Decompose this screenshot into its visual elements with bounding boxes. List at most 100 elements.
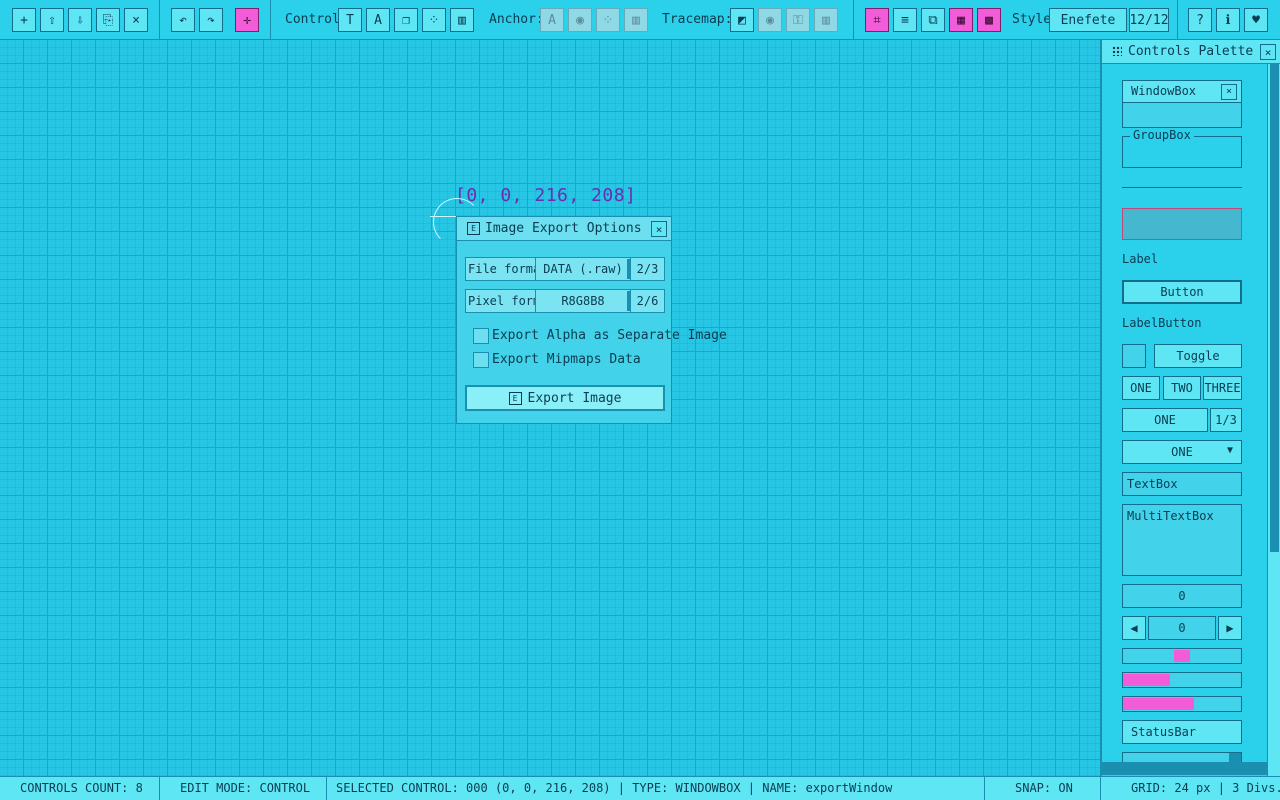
new-file-icon[interactable]: + (12, 8, 36, 32)
palette-progressbar[interactable] (1122, 696, 1242, 712)
palette-line[interactable] (1122, 187, 1242, 188)
fine-grid-icon[interactable]: ▩ (977, 8, 1001, 32)
tracemap-image-icon[interactable]: ◩ (730, 8, 754, 32)
toolbar: + ⇧ ⇩ ⎘ × ↶ ↷ ✛ Control: T A ❐ ⁘ ▥ Ancho… (0, 0, 1280, 40)
selection-icon[interactable]: ⌗ (865, 8, 889, 32)
grid-icon[interactable]: ▦ (949, 8, 973, 32)
redo-icon[interactable]: ↷ (199, 8, 223, 32)
anchor-eye-icon[interactable]: ◉ (568, 8, 592, 32)
file-format-row: File format: DATA (.raw) 2/3 (465, 257, 665, 281)
palette-togglegroup-two[interactable]: TWO (1163, 376, 1201, 400)
info-icon[interactable]: ℹ (1216, 8, 1240, 32)
export-alpha-label: Export Alpha as Separate Image (492, 328, 727, 343)
palette-windowbox[interactable]: WindowBox × (1122, 80, 1242, 128)
slider-thumb[interactable] (1174, 650, 1190, 662)
palette-dropdown[interactable]: ONE ▼ (1122, 440, 1242, 464)
anchor-delete-icon[interactable]: ▥ (624, 8, 648, 32)
snap-status: SNAP: ON (985, 777, 1101, 800)
windowbox-label: WindowBox (1131, 84, 1197, 98)
palette-close-button[interactable]: × (1260, 44, 1276, 60)
file-format-label: File format: (465, 257, 535, 281)
spinner-left-button[interactable]: ◀ (1122, 616, 1146, 640)
duplicate-icon[interactable]: ⁘ (422, 8, 446, 32)
file-format-value: DATA (.raw) (543, 262, 623, 276)
palette-scrollbar-thumb[interactable] (1270, 64, 1279, 552)
file-export-icon: E (508, 391, 522, 405)
layers-icon[interactable]: ⧉ (921, 8, 945, 32)
palette-labelbutton[interactable]: LabelButton (1122, 316, 1201, 330)
window-titlebar[interactable]: E Image Export Options × (457, 217, 671, 241)
tracemap-lock-icon[interactable]: ⚿ (786, 8, 810, 32)
palette-slider[interactable] (1122, 648, 1242, 664)
sliderbar-fill (1123, 674, 1170, 686)
pixel-format-value: R8G8B8 (561, 294, 605, 308)
window-close-button[interactable]: × (651, 221, 667, 237)
undo-icon[interactable]: ↶ (171, 8, 195, 32)
palette-spinner[interactable]: 0 (1148, 616, 1216, 640)
statusbar-label: StatusBar (1131, 725, 1197, 739)
close-file-icon[interactable]: × (124, 8, 148, 32)
export-alpha-checkbox[interactable] (473, 328, 489, 344)
palette-togglegroup-three[interactable]: THREE (1203, 376, 1242, 400)
grid-info: GRID: 24 px | 3 Divs. (1131, 781, 1280, 795)
spinner-right-button[interactable]: ▶ (1218, 616, 1242, 640)
grid-canvas[interactable]: [0, 0, 216, 208] E Image Export Options … (0, 40, 1100, 776)
pixel-format-label: Pixel format (465, 289, 535, 313)
crosshair-icon[interactable]: ✛ (235, 8, 259, 32)
palette-horizontal-scrollbar[interactable] (1102, 762, 1267, 775)
groupbox-label: GroupBox (1130, 128, 1194, 142)
tracemap-delete-icon[interactable]: ▥ (814, 8, 838, 32)
text-icon[interactable]: T (338, 8, 362, 32)
list-icon[interactable]: ≡ (893, 8, 917, 32)
delete-icon[interactable]: ▥ (450, 8, 474, 32)
anchor-link-icon[interactable]: ⁘ (596, 8, 620, 32)
arrow-left-icon: ◀ (1130, 621, 1138, 635)
export-window[interactable]: E Image Export Options × File format: DA… (456, 216, 727, 424)
chevron-down-icon: ▼ (1227, 445, 1234, 456)
palette-label[interactable]: Label (1122, 252, 1158, 266)
export-mipmaps-label: Export Mipmaps Data (492, 352, 641, 367)
copy-icon[interactable]: ❐ (394, 8, 418, 32)
palette-scrollbar[interactable] (1267, 64, 1280, 776)
textbox-label: TextBox (1127, 477, 1178, 491)
file-format-count[interactable]: 2/3 (631, 257, 665, 281)
palette-togglegroup-one[interactable]: ONE (1122, 376, 1160, 400)
palette-sliderbar[interactable] (1122, 672, 1242, 688)
tracemap-eye-icon[interactable]: ◉ (758, 8, 782, 32)
palette-statusbar[interactable]: StatusBar (1122, 720, 1242, 744)
pixel-format-row: Pixel format R8G8B8 2/6 (465, 289, 665, 313)
palette-toggle[interactable]: Toggle (1154, 344, 1242, 368)
save-file-icon[interactable]: ⇩ (68, 8, 92, 32)
toolbar-divider (853, 0, 854, 40)
palette-button[interactable]: Button (1122, 280, 1242, 304)
export-file-icon[interactable]: ⎘ (96, 8, 120, 32)
export-mipmaps-checkbox[interactable] (473, 352, 489, 368)
style-selector[interactable]: Enefete (1049, 8, 1127, 32)
pixel-format-count[interactable]: 2/6 (631, 289, 665, 313)
palette-combobox-count[interactable]: 1/3 (1210, 408, 1242, 432)
load-file-icon[interactable]: ⇧ (40, 8, 64, 32)
tracemap-label: Tracemap: (662, 12, 733, 27)
palette-scrollpanel[interactable] (1122, 752, 1242, 763)
style-counter[interactable]: 12/12 (1129, 8, 1169, 32)
anchor-label: Anchor: (489, 12, 544, 27)
palette-textbox[interactable]: TextBox (1122, 472, 1242, 496)
controls-palette: Controls Palette × WindowBox × GroupBox … (1100, 40, 1280, 776)
grip-icon (1112, 46, 1122, 56)
status-bar: CONTROLS COUNT: 8 EDIT MODE: CONTROL SEL… (0, 776, 1280, 800)
font-icon[interactable]: A (366, 8, 390, 32)
palette-combobox[interactable]: ONE (1122, 408, 1208, 432)
palette-checkbox[interactable] (1122, 344, 1146, 368)
heart-icon[interactable]: ♥ (1244, 8, 1268, 32)
anchor-text-icon[interactable]: A (540, 8, 564, 32)
palette-multitextbox[interactable]: MultiTextBox (1122, 504, 1242, 576)
selector-divider (627, 291, 630, 311)
file-format-selector[interactable]: DATA (.raw) (535, 257, 631, 281)
close-icon: × (1221, 84, 1237, 100)
palette-valuebox[interactable]: 0 (1122, 584, 1242, 608)
export-image-button[interactable]: E Export Image (465, 385, 665, 411)
help-icon[interactable]: ? (1188, 8, 1212, 32)
pixel-format-selector[interactable]: R8G8B8 (535, 289, 631, 313)
palette-titlebar[interactable]: Controls Palette × (1102, 40, 1280, 64)
palette-panel[interactable] (1122, 208, 1242, 240)
